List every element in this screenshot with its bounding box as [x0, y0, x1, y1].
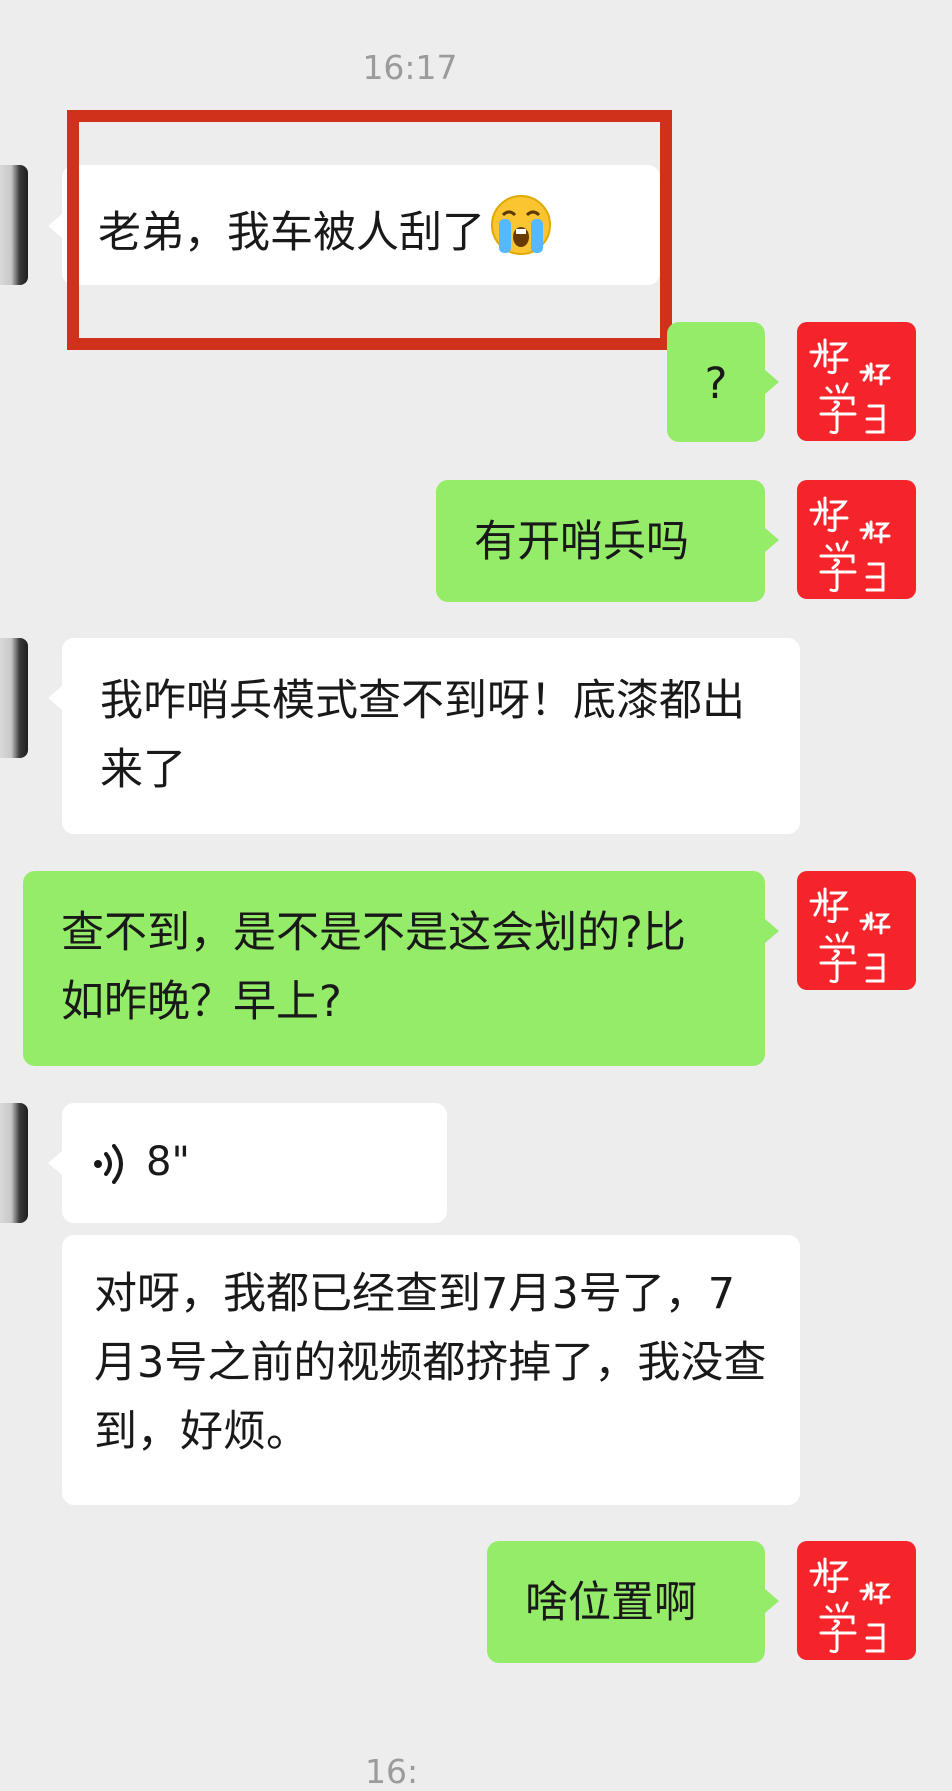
message-text: ?: [704, 359, 728, 409]
self-avatar[interactable]: [797, 480, 916, 599]
message-text: 查不到，是不是不是这会划的?比如昨晚？早上?: [61, 908, 686, 1027]
highlight-annotation-box: [67, 110, 672, 350]
self-avatar[interactable]: [797, 871, 916, 990]
message-text: 对呀，我都已经查到7月3号了，7月3号之前的视频都挤掉了，我没查到，好烦。: [94, 1269, 767, 1457]
incoming-message[interactable]: 对呀，我都已经查到7月3号了，7月3号之前的视频都挤掉了，我没查到，好烦。: [62, 1235, 800, 1505]
voice-message[interactable]: 8": [62, 1103, 447, 1223]
outgoing-message[interactable]: 啥位置啊: [487, 1541, 765, 1663]
contact-avatar[interactable]: [0, 165, 28, 285]
outgoing-message[interactable]: 查不到，是不是不是这会划的?比如昨晚？早上?: [23, 871, 765, 1066]
incoming-message[interactable]: 我咋哨兵模式查不到呀！底漆都出来了: [62, 638, 800, 834]
voice-wave-icon: [90, 1139, 130, 1189]
bubble-tail: [765, 370, 779, 394]
bubble-tail: [765, 528, 779, 552]
message-text: 啥位置啊: [525, 1578, 697, 1628]
timestamp-bottom: 16:: [365, 1752, 419, 1791]
bubble-tail: [48, 1151, 62, 1175]
bubble-tail: [765, 1589, 779, 1613]
contact-avatar[interactable]: [0, 638, 28, 758]
bubble-tail: [48, 214, 62, 238]
self-avatar[interactable]: [797, 322, 916, 441]
bubble-tail: [765, 919, 779, 943]
self-avatar[interactable]: [797, 1541, 916, 1660]
bubble-tail: [48, 686, 62, 710]
message-text: 我咋哨兵模式查不到呀！底漆都出来了: [100, 676, 745, 795]
outgoing-message[interactable]: ?: [667, 322, 765, 442]
voice-duration: 8": [146, 1139, 190, 1185]
outgoing-message[interactable]: 有开哨兵吗: [436, 480, 765, 602]
timestamp-top: 16:17: [362, 48, 458, 87]
contact-avatar[interactable]: [0, 1103, 28, 1223]
message-text: 有开哨兵吗: [474, 517, 689, 567]
